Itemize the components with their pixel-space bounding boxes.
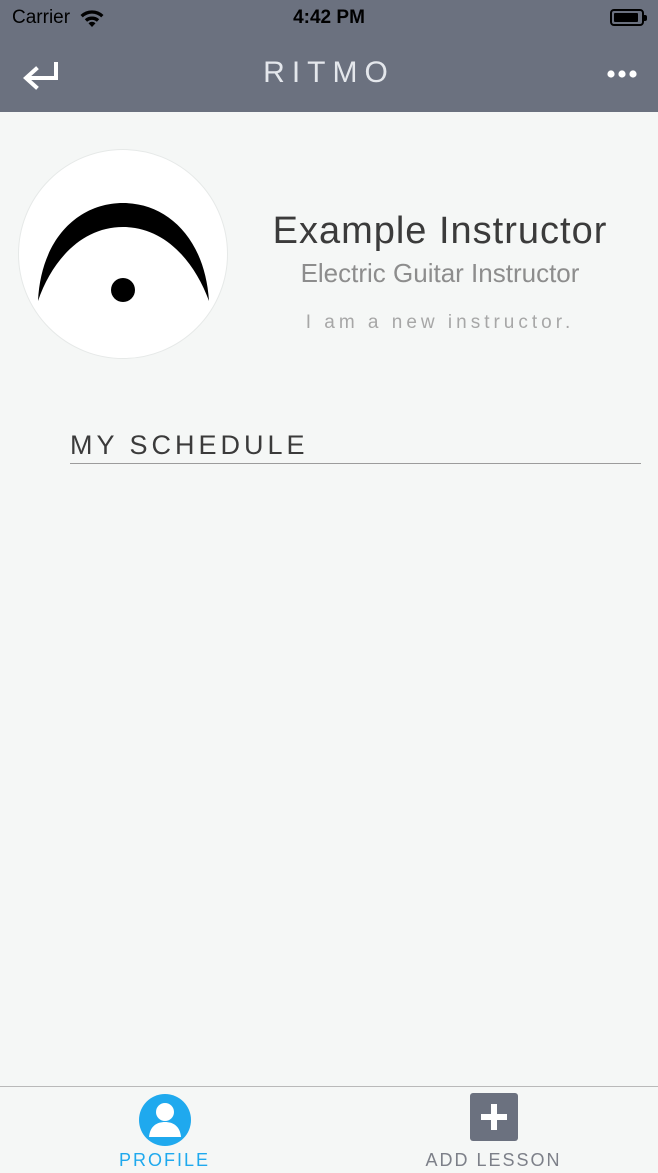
tab-profile-label: PROFILE [118, 1150, 211, 1170]
schedule-divider [70, 463, 641, 464]
fermata-icon [38, 203, 209, 302]
instructor-role: Electric Guitar Instructor [300, 258, 580, 288]
status-bar: Carrier 4:42 PM [0, 0, 658, 36]
more-options-button[interactable] [604, 62, 640, 86]
tab-profile[interactable]: PROFILE [0, 1087, 329, 1173]
person-circle-icon [138, 1094, 191, 1146]
schedule-heading: MY SCHEDULE [70, 430, 309, 460]
instructor-bio: I am a new instructor. [305, 312, 575, 333]
tab-bar: PROFILE ADD LESSON [0, 1086, 658, 1172]
plus-square-icon [469, 1093, 518, 1141]
instructor-name: Example Instructor [272, 210, 608, 252]
navigation-bar: RITMO [0, 36, 658, 112]
tab-add-lesson[interactable]: ADD LESSON [329, 1087, 658, 1173]
battery-icon [610, 9, 647, 26]
tab-add-lesson-label: ADD LESSON [425, 1150, 562, 1170]
ellipsis-icon [607, 70, 637, 78]
app-title: RITMO [263, 56, 395, 89]
avatar [18, 149, 228, 359]
status-time: 4:42 PM [293, 7, 365, 28]
